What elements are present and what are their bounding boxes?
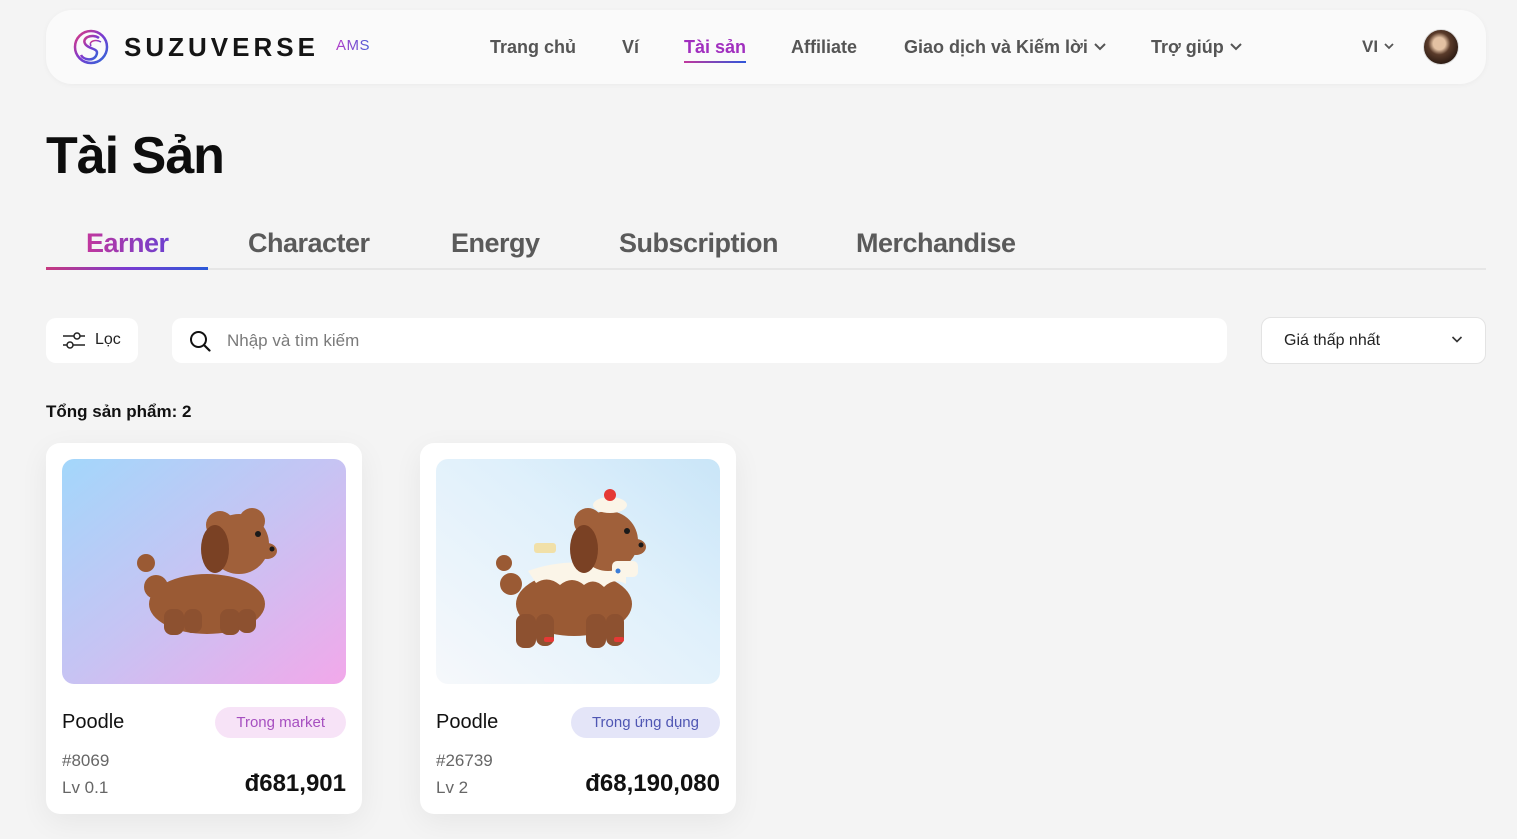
- active-tab-indicator: [46, 267, 208, 270]
- filter-label: Lọc: [95, 331, 121, 348]
- asset-image: [62, 459, 346, 684]
- asset-card[interactable]: Poodle Trong ứng dụng #26739 Lv 2 đ68,19…: [420, 443, 736, 814]
- asset-name: Poodle: [62, 711, 125, 733]
- search-box: [172, 318, 1227, 363]
- asset-token-id: #26739: [436, 751, 493, 770]
- nav-assets[interactable]: Tài sản: [684, 37, 747, 63]
- nav-trade-earn[interactable]: Giao dịch và Kiếm lời: [904, 37, 1107, 58]
- asset-card[interactable]: Poodle Trong market #8069 Lv 0.1 đ681,90…: [46, 443, 362, 814]
- sort-dropdown[interactable]: Giá thấp nhất: [1261, 317, 1486, 364]
- nav-help[interactable]: Trợ giúp: [1151, 37, 1243, 58]
- tab-energy[interactable]: Energy: [451, 228, 540, 259]
- tabs-divider: [46, 268, 1486, 270]
- tab-subscription[interactable]: Subscription: [619, 228, 779, 259]
- chevron-down-icon: [1384, 42, 1394, 49]
- sliders-icon: [63, 332, 85, 349]
- sort-value: Giá thấp nhất: [1284, 332, 1381, 349]
- chevron-down-icon: [1094, 43, 1106, 51]
- status-badge: Trong market: [215, 707, 346, 738]
- brand-suffix: AMS: [336, 37, 371, 54]
- asset-name: Poodle: [436, 711, 499, 733]
- nav-wallet[interactable]: Ví: [622, 37, 639, 58]
- language-selector[interactable]: VI: [1362, 37, 1395, 57]
- chevron-down-icon: [1451, 336, 1463, 343]
- nav-affiliate[interactable]: Affiliate: [791, 37, 857, 58]
- asset-price: đ68,190,080: [585, 770, 720, 797]
- search-input[interactable]: [227, 328, 1207, 354]
- suzuverse-logo-icon[interactable]: [72, 28, 110, 66]
- chevron-down-icon: [1230, 43, 1242, 51]
- nav-home[interactable]: Trang chủ: [490, 37, 576, 58]
- asset-price: đ681,901: [244, 770, 346, 797]
- asset-level: Lv 2: [436, 778, 469, 797]
- language-label: VI: [1362, 37, 1379, 56]
- nav-trade-earn-label: Giao dịch và Kiếm lời: [904, 37, 1088, 57]
- status-badge: Trong ứng dụng: [570, 707, 720, 738]
- asset-token-id: #8069: [62, 751, 110, 770]
- tab-merchandise[interactable]: Merchandise: [856, 228, 1016, 259]
- search-icon: [190, 331, 211, 352]
- user-avatar[interactable]: [1423, 29, 1459, 65]
- asset-image: [436, 459, 720, 684]
- tab-character[interactable]: Character: [248, 228, 370, 259]
- filter-button[interactable]: Lọc: [46, 318, 138, 363]
- asset-level: Lv 0.1: [62, 778, 109, 797]
- brand-name[interactable]: SUZUVERSE: [124, 32, 319, 63]
- top-navbar: SUZUVERSE AMS Trang chủ Ví Tài sản Affil…: [46, 10, 1486, 84]
- page-title: Tài Sản: [46, 127, 225, 185]
- total-products: Tổng sản phẩm: 2: [46, 402, 192, 421]
- nav-help-label: Trợ giúp: [1151, 37, 1224, 57]
- tab-earner[interactable]: Earner: [86, 228, 169, 259]
